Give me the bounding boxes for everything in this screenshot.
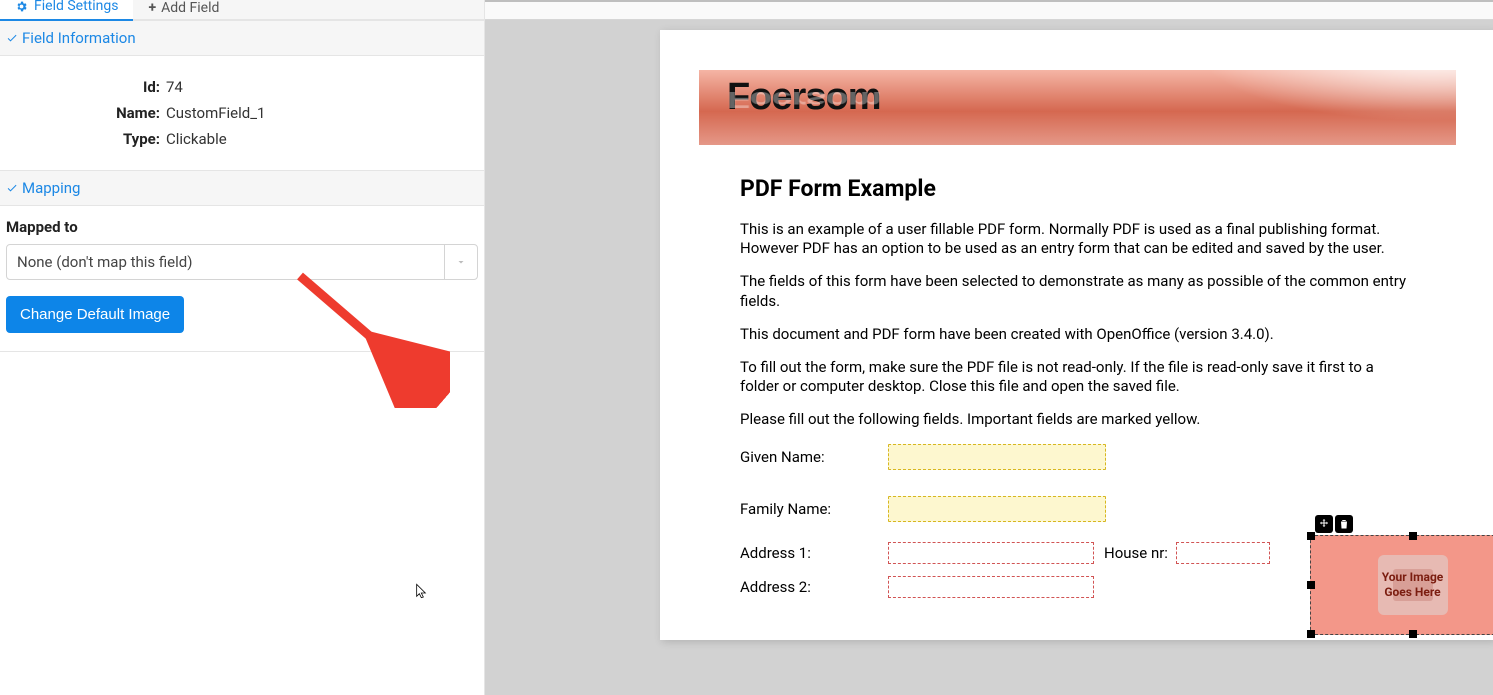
mapped-to-select[interactable]: None (don't map this field) <box>6 244 478 280</box>
name-value: CustomField_1 <box>160 104 265 122</box>
name-label: Name: <box>10 104 160 122</box>
pdf-page: Foersom Foersom PDF Form Example This is… <box>660 30 1493 640</box>
cursor-icon <box>414 580 430 602</box>
section-field-information[interactable]: Field Information <box>0 20 484 56</box>
section-mapping[interactable]: Mapping <box>0 170 484 206</box>
resize-handle[interactable] <box>1307 630 1315 638</box>
preview-toolbar <box>485 2 1493 20</box>
check-icon <box>6 182 18 194</box>
preview-pane: Foersom Foersom PDF Form Example This is… <box>485 0 1493 695</box>
tab-add-field[interactable]: + Add Field <box>133 0 234 21</box>
resize-handle[interactable] <box>1409 630 1417 638</box>
address1-field[interactable] <box>888 542 1094 564</box>
type-label: Type: <box>10 130 160 148</box>
type-value: Clickable <box>160 130 227 148</box>
doc-para-4: To fill out the form, make sure the PDF … <box>740 358 1415 396</box>
id-value: 74 <box>160 78 183 96</box>
house-nr-label: House nr: <box>1104 544 1168 562</box>
doc-para-2: The fields of this form have been select… <box>740 272 1415 310</box>
doc-title: PDF Form Example <box>740 175 1415 202</box>
resize-handle[interactable] <box>1307 581 1315 589</box>
mapping-body: Mapped to None (don't map this field) Ch… <box>0 206 484 352</box>
chevron-down-icon <box>444 245 467 279</box>
gear-icon <box>15 0 28 13</box>
change-default-image-button[interactable]: Change Default Image <box>6 296 184 333</box>
tab-add-field-label: Add Field <box>161 0 219 16</box>
section-mapping-label: Mapping <box>22 179 80 197</box>
doc-para-1: This is an example of a user fillable PD… <box>740 220 1415 258</box>
plus-icon: + <box>148 0 156 16</box>
family-name-field[interactable] <box>888 496 1106 522</box>
resize-handle[interactable] <box>1307 532 1315 540</box>
house-nr-field[interactable] <box>1176 542 1270 564</box>
family-name-label: Family Name: <box>740 500 888 518</box>
section-field-information-label: Field Information <box>22 29 136 47</box>
address1-label: Address 1: <box>740 544 888 562</box>
doc-para-3: This document and PDF form have been cre… <box>740 325 1415 344</box>
brand-reflection: Foersom <box>727 86 880 112</box>
doc-para-5: Please fill out the following fields. Im… <box>740 410 1415 429</box>
tab-field-settings[interactable]: Field Settings <box>0 0 133 21</box>
address2-label: Address 2: <box>740 578 888 596</box>
image-placeholder-widget[interactable]: Your Image Goes Here <box>1310 535 1493 635</box>
id-label: Id: <box>10 78 160 96</box>
move-icon[interactable] <box>1315 515 1333 533</box>
given-name-field[interactable] <box>888 444 1106 470</box>
resize-handle[interactable] <box>1409 532 1417 540</box>
field-info-block: Id: 74 Name: CustomField_1 Type: Clickab… <box>0 56 484 170</box>
given-name-label: Given Name: <box>740 448 888 466</box>
mapped-to-value: None (don't map this field) <box>17 253 192 271</box>
sidebar-panel: Field Settings + Add Field Field Informa… <box>0 0 485 695</box>
tab-field-settings-label: Field Settings <box>34 0 118 14</box>
trash-icon[interactable] <box>1335 515 1353 533</box>
check-icon <box>6 32 18 44</box>
mapped-to-label: Mapped to <box>6 218 478 236</box>
brand-banner: Foersom Foersom <box>699 70 1456 145</box>
tab-bar: Field Settings + Add Field <box>0 0 484 20</box>
address2-field[interactable] <box>888 576 1094 598</box>
